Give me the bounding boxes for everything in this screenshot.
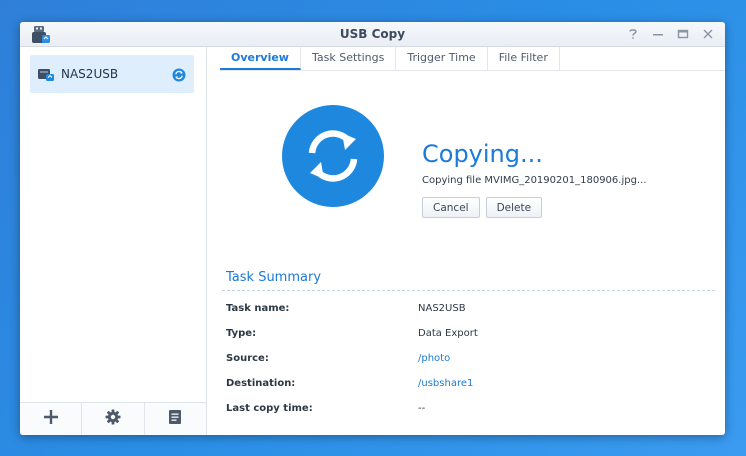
sidebar-toolbar [20, 402, 206, 435]
summary-row-destination: Destination: /usbshare1 [226, 378, 706, 394]
maximize-icon[interactable] [676, 26, 690, 42]
help-icon[interactable] [626, 26, 640, 42]
syncing-icon [172, 67, 186, 82]
summary-value: NAS2USB [418, 303, 466, 314]
tab-trigger-time[interactable]: Trigger Time [396, 47, 488, 70]
window-controls [626, 26, 715, 42]
status-title: Copying... [422, 140, 543, 168]
minimize-icon[interactable] [651, 26, 665, 42]
cancel-button[interactable]: Cancel [422, 197, 480, 218]
task-sidebar: NAS2USB [20, 47, 207, 435]
summary-value: -- [418, 403, 426, 414]
summary-row-type: Type: Data Export [226, 328, 706, 344]
summary-value: Data Export [418, 328, 478, 339]
summary-label: Source: [226, 353, 269, 364]
summary-label: Type: [226, 328, 257, 339]
sync-arrows-icon [282, 105, 384, 207]
task-label: NAS2USB [61, 67, 119, 81]
log-button[interactable] [145, 403, 206, 435]
tab-overview[interactable]: Overview [220, 47, 301, 70]
usb-copy-window: USB Copy NAS2USB Overview Task Settings … [20, 22, 725, 435]
summary-row-last-copy-time: Last copy time: -- [226, 403, 706, 419]
plus-icon [43, 409, 59, 429]
action-buttons: Cancel Delete [422, 197, 543, 218]
add-task-button[interactable] [20, 403, 83, 435]
summary-row-source: Source: /photo [226, 353, 706, 369]
title-bar[interactable]: USB Copy [20, 22, 725, 47]
summary-divider [222, 290, 715, 291]
summary-label: Task name: [226, 303, 290, 314]
status-detail: Copying file MVIMG_20190201_180906.jpg..… [422, 175, 647, 186]
settings-button[interactable] [82, 403, 145, 435]
tab-file-filter[interactable]: File Filter [488, 47, 560, 70]
usb-drive-icon [37, 66, 55, 82]
gear-icon [105, 409, 121, 429]
delete-button[interactable]: Delete [485, 197, 543, 218]
task-summary-heading: Task Summary [226, 270, 322, 285]
document-icon [168, 409, 182, 429]
destination-link[interactable]: /usbshare1 [418, 378, 473, 389]
summary-label: Destination: [226, 378, 296, 389]
task-item-nas2usb[interactable]: NAS2USB [30, 55, 194, 93]
main-panel: Overview Task Settings Trigger Time File… [208, 47, 725, 435]
summary-row-task-name: Task name: NAS2USB [226, 303, 706, 319]
tab-task-settings[interactable]: Task Settings [301, 47, 397, 70]
window-title: USB Copy [339, 27, 406, 41]
close-icon[interactable] [701, 26, 715, 42]
source-link[interactable]: /photo [418, 353, 450, 364]
summary-label: Last copy time: [226, 403, 313, 414]
tab-bar: Overview Task Settings Trigger Time File… [220, 47, 725, 71]
